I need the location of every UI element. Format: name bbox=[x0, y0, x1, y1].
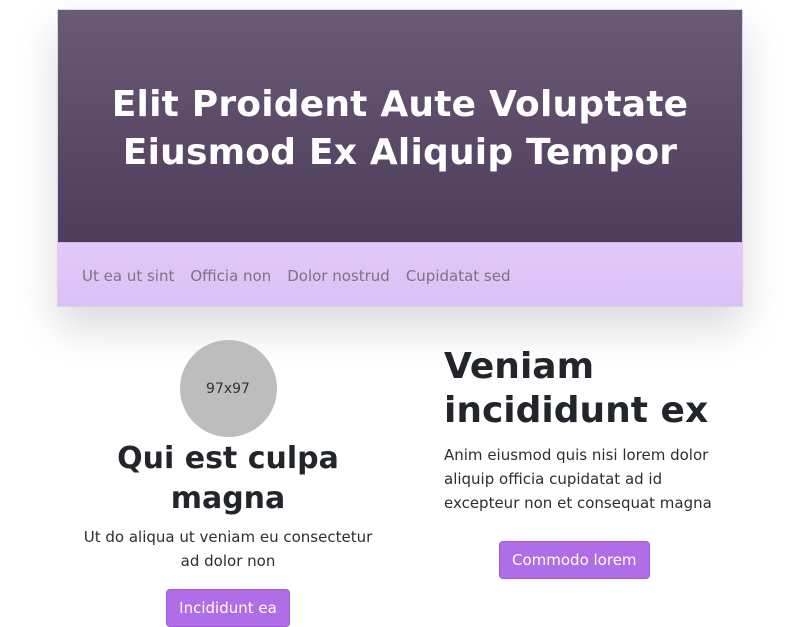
nav-item-cupidatat-sed[interactable]: Cupidatat sed bbox=[406, 267, 511, 285]
left-text: Ut do aliqua ut veniam eu consectetur ad… bbox=[83, 528, 373, 570]
left-heading: Qui est culpa magna bbox=[117, 441, 339, 516]
incididunt-ea-button[interactable]: Incididunt ea bbox=[166, 589, 290, 627]
nav-bar: Ut ea ut sint Officia non Dolor nostrud … bbox=[58, 242, 742, 306]
commodo-lorem-button[interactable]: Commodo lorem bbox=[499, 541, 650, 579]
hero-banner: Elit Proident Aute Voluptate Eiusmod Ex … bbox=[58, 10, 742, 242]
right-text: Anim eiusmod quis nisi lorem dolor aliqu… bbox=[444, 446, 712, 512]
nav-item-officia-non[interactable]: Officia non bbox=[190, 267, 271, 285]
nav-item-dolor-nostrud[interactable]: Dolor nostrud bbox=[287, 267, 390, 285]
header-card: Elit Proident Aute Voluptate Eiusmod Ex … bbox=[57, 9, 743, 307]
right-button-wrap: Commodo lorem bbox=[444, 541, 734, 579]
hero-title-line1: Elit Proident Aute Voluptate bbox=[111, 84, 689, 125]
avatar-label: 97x97 bbox=[206, 380, 250, 397]
nav-item-ut-ea-ut-sint[interactable]: Ut ea ut sint bbox=[82, 267, 174, 285]
right-feature: Veniam incididunt ex Anim eiusmod quis n… bbox=[444, 345, 734, 579]
left-feature: 97x97 Qui est culpa magna Ut do aliqua u… bbox=[57, 340, 399, 627]
hero-title-line2: Eiusmod Ex Aliquip Tempor bbox=[122, 132, 678, 173]
avatar-placeholder: 97x97 bbox=[179, 340, 277, 437]
hero-title: Elit Proident Aute Voluptate Eiusmod Ex … bbox=[112, 75, 689, 177]
right-heading: Veniam incididunt ex bbox=[444, 346, 709, 431]
